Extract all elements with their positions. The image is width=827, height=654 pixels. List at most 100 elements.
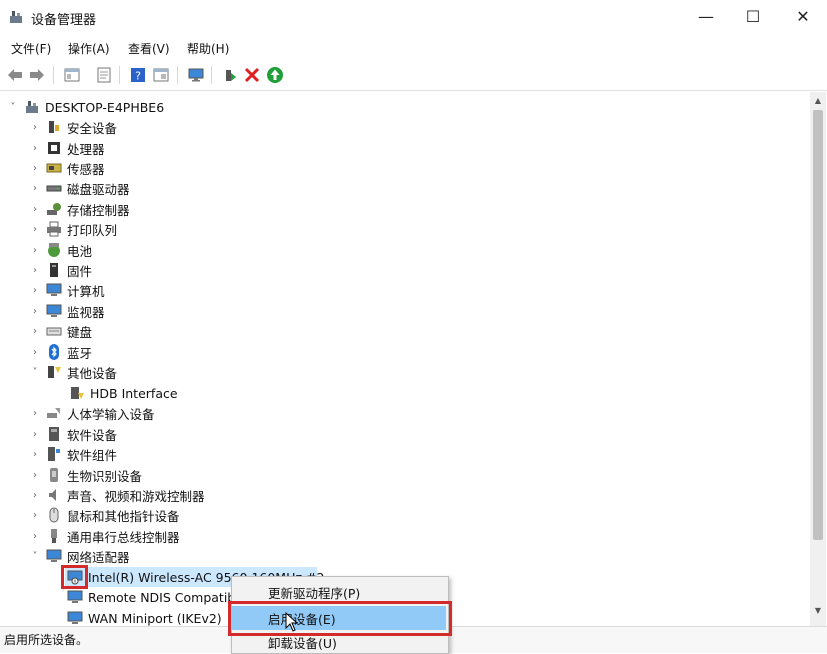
vertical-scrollbar[interactable]: ▲ ▼ [810,92,826,626]
help-icon[interactable]: ? [129,66,147,84]
tree-item-label: 键盘 [67,324,93,340]
forward-icon[interactable] [28,66,46,84]
tree-item-label: HDB Interface [90,385,178,401]
print-queue-icon [46,221,62,237]
tree-item-label: 声音、视频和游戏控制器 [67,488,205,504]
tree-item-label: 通用串行总线控制器 [67,529,180,545]
device-tree: ˅ DESKTOP-E4PHBE6 › 安全设备 › 处理器 › 传感器 › 磁… [0,92,810,626]
chevron-right-icon[interactable]: › [30,510,40,521]
security-device-icon [46,119,62,135]
computer-network-icon [24,99,40,115]
chevron-right-icon[interactable]: › [30,490,40,501]
chevron-right-icon[interactable]: › [30,306,40,317]
menu-view[interactable]: 查看(V) [128,40,170,57]
tree-item-biometric[interactable]: › 生物识别设备 [30,465,142,485]
chevron-right-icon[interactable]: › [30,265,40,276]
tree-item-label: 传感器 [67,161,105,177]
sound-icon [46,487,62,503]
tree-item-monitors[interactable]: › 监视器 [30,301,105,321]
chevron-right-icon[interactable]: › [30,408,40,419]
chevron-right-icon[interactable]: › [30,531,40,542]
tree-item-disk-drives[interactable]: › 磁盘驱动器 [30,178,130,198]
mouse-cursor-icon [285,611,299,632]
tree-item-batteries[interactable]: › 电池 [30,240,92,260]
tree-item-software-components[interactable]: › 软件组件 [30,444,117,464]
tree-item-hdb-interface[interactable]: HDB Interface [69,383,178,403]
menu-file[interactable]: 文件(F) [11,40,51,57]
tree-item-hid[interactable]: › 人体学输入设备 [30,403,155,423]
tree-item-usb[interactable]: › 通用串行总线控制器 [30,526,180,546]
tree-item-firmware[interactable]: › 固件 [30,260,92,280]
tree-item-computer[interactable]: › 计算机 [30,280,105,300]
chevron-right-icon[interactable]: › [30,449,40,460]
tree-item-wan-miniport[interactable]: WAN Miniport (IKEv2) [67,608,222,626]
mouse-icon [46,507,62,523]
chevron-right-icon[interactable]: › [30,122,40,133]
status-text: 启用所选设备。 [4,633,89,647]
sensor-icon [46,160,62,176]
back-icon[interactable] [6,66,24,84]
menu-help[interactable]: 帮助(H) [187,40,229,57]
update-driver-icon[interactable] [221,66,239,84]
close-button[interactable]: ✕ [780,0,826,32]
tree-item-other-devices[interactable]: ˅ 其他设备 [30,362,118,382]
tree-item-security-devices[interactable]: › 安全设备 [30,117,117,137]
storage-controller-icon [46,201,62,217]
battery-icon [46,242,62,258]
chevron-right-icon[interactable]: › [30,347,40,358]
minimize-button[interactable]: — [683,0,729,32]
tree-item-label: 固件 [67,263,93,279]
chevron-down-icon[interactable]: ˅ [8,102,18,113]
chevron-right-icon[interactable]: › [30,143,40,154]
show-hide-icon[interactable] [63,66,81,84]
tree-item-mice[interactable]: › 鼠标和其他指针设备 [30,505,180,525]
maximize-button[interactable]: ☐ [730,0,776,32]
tree-item-processors[interactable]: › 处理器 [30,138,105,158]
tree-item-label: 软件组件 [67,447,118,463]
menu-bar: 文件(F) 操作(A) 查看(V) 帮助(H) [0,36,827,60]
tree-item-label: 存储控制器 [67,202,130,218]
monitor-icon[interactable] [187,66,205,84]
chevron-right-icon[interactable]: › [30,470,40,481]
tree-item-keyboards[interactable]: › 键盘 [30,321,92,341]
chevron-right-icon[interactable]: › [30,163,40,174]
chevron-right-icon[interactable]: › [30,245,40,256]
bluetooth-icon [46,344,62,360]
chevron-right-icon[interactable]: › [30,429,40,440]
tree-item-label: WAN Miniport (IKEv2) [88,610,222,626]
chevron-right-icon[interactable]: › [30,285,40,296]
tree-item-label: 网络适配器 [67,549,130,565]
chevron-down-icon[interactable]: ˅ [30,367,40,378]
uninstall-icon[interactable] [243,66,261,84]
scroll-up-icon[interactable]: ▲ [810,92,826,108]
scroll-down-icon[interactable]: ▼ [810,602,826,618]
tree-item-print-queues[interactable]: › 打印队列 [30,219,117,239]
properties-icon[interactable] [95,66,113,84]
svg-text:?: ? [135,70,141,83]
chevron-right-icon[interactable]: › [30,204,40,215]
scroll-thumb[interactable] [813,110,823,540]
chevron-right-icon[interactable]: › [30,326,40,337]
tree-item-storage-controllers[interactable]: › 存储控制器 [30,199,130,219]
tree-root[interactable]: ˅ DESKTOP-E4PHBE6 [8,97,165,117]
tree-item-label: 电池 [67,243,93,259]
toolbar-separator [211,66,212,84]
tree-item-sound[interactable]: › 声音、视频和游戏控制器 [30,485,205,505]
toolbar-separator [119,66,120,84]
chevron-right-icon[interactable]: › [30,183,40,194]
chevron-right-icon[interactable]: › [30,224,40,235]
enable-icon[interactable] [266,66,284,84]
tree-item-network-adapters[interactable]: ˅ 网络适配器 [30,546,130,566]
toolbar-separator [177,66,178,84]
tree-item-sensors[interactable]: › 传感器 [30,158,105,178]
adapter-icon [67,610,83,626]
menu-action[interactable]: 操作(A) [68,40,110,57]
toolbar-separator [53,66,54,84]
device-manager-icon [8,9,24,25]
view-icon[interactable] [152,66,170,84]
title-bar: 设备管理器 — ☐ ✕ [0,0,827,36]
processor-icon [46,140,62,156]
tree-item-bluetooth[interactable]: › 蓝牙 [30,342,92,362]
tree-item-software-devices[interactable]: › 软件设备 [30,424,117,444]
chevron-down-icon[interactable]: ˅ [30,551,40,562]
